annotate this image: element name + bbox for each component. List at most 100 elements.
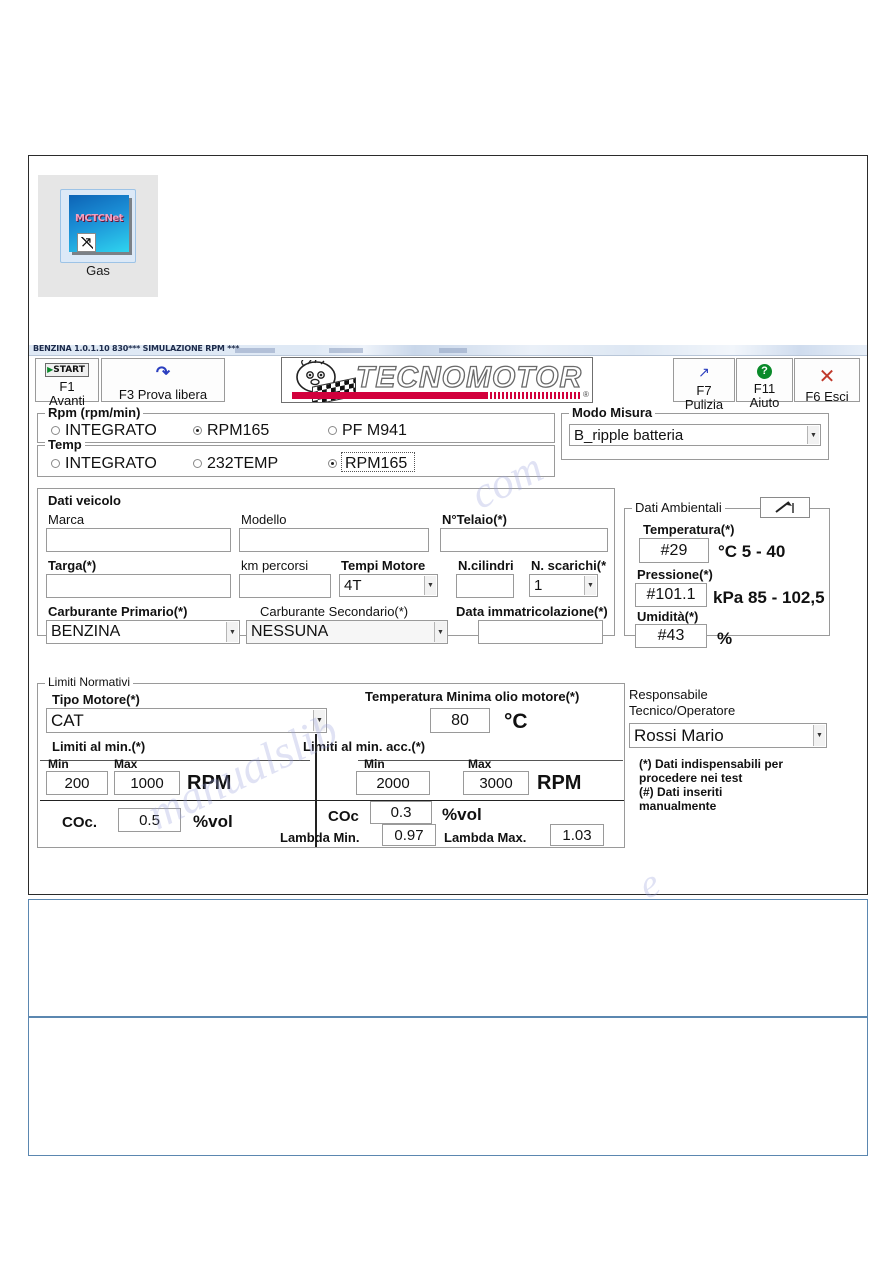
pressione-label: Pressione(*): [637, 567, 713, 582]
rpm-option-label-1: RPM165: [207, 422, 270, 439]
scarichi-select[interactable]: 1 ▼: [529, 574, 598, 597]
min-rpm-max-input[interactable]: 1000: [114, 771, 180, 795]
temp-group: Temp INTEGRATO 232TEMP RPM165: [37, 437, 555, 477]
responsabile-value: Rossi Mario: [634, 725, 724, 745]
umidita-input[interactable]: #43: [635, 624, 707, 648]
coc2-input[interactable]: 0.3: [370, 801, 432, 824]
lambda-max-input[interactable]: 1.03: [550, 824, 604, 846]
carburante-secondario-select[interactable]: NESSUNA ▼: [246, 620, 448, 644]
f11-aiuto-button[interactable]: ? F11 Aiuto: [736, 358, 793, 410]
chevron-down-icon[interactable]: ▼: [226, 622, 238, 642]
temperatura-input[interactable]: #29: [639, 538, 709, 563]
dati-veicolo-group: Dati veicolo Marca Modello N°Telaio(*) T…: [37, 488, 615, 644]
coc-unit: %vol: [193, 812, 233, 831]
responsabile-section: Responsabile Tecnico/Operatore Rossi Mar…: [629, 685, 834, 845]
chevron-down-icon[interactable]: ▼: [434, 622, 446, 642]
limiti-min-acc-label: Limiti al min. acc.(*): [303, 739, 426, 754]
modello-input[interactable]: [239, 528, 429, 552]
help-question-icon: ?: [757, 364, 772, 379]
desktop-icon-block: MCTCNet ↗ Gas: [38, 175, 158, 297]
lambda-min-label: Lambda Min.: [280, 830, 360, 845]
coc2-label: COc: [328, 808, 359, 825]
cilindri-label: N.cilindri: [458, 558, 514, 573]
targa-label: Targa(*): [48, 558, 97, 573]
modo-misura-select[interactable]: B_ripple batteria ▼: [569, 424, 821, 446]
min-rpm-unit: RPM: [187, 772, 232, 794]
f1-avanti-button[interactable]: ▶START F1 Avanti: [35, 358, 99, 408]
bottom-panel-lower: [28, 1017, 868, 1156]
f11-key-label: F11: [753, 381, 776, 396]
temp-radio-rpm165[interactable]: [328, 459, 337, 468]
pencil-icon: [775, 500, 794, 513]
f11-action-label: Aiuto: [749, 395, 780, 410]
tempi-motore-value: 4T: [344, 577, 362, 594]
titlebar-smudge: [235, 348, 275, 353]
pressione-input[interactable]: #101.1: [635, 583, 707, 607]
tipo-motore-label: Tipo Motore(*): [52, 692, 140, 707]
f3-prova-libera-button[interactable]: ↷ F3 Prova libera: [101, 358, 225, 402]
temp-radio-integrato[interactable]: [51, 459, 60, 468]
diagonal-arrow-icon: ↗: [698, 364, 710, 380]
note-line2: procedere nei test: [639, 771, 743, 785]
document-page-frame: MCTCNet ↗ Gas BENZINA 1.0.1.10 830*** SI…: [28, 155, 868, 895]
min-header-right: Min: [364, 757, 385, 771]
limiti-normativi-title: Limiti Normativi: [45, 675, 134, 689]
data-immatricolazione-input[interactable]: [478, 620, 603, 644]
rpm-radio-integrato[interactable]: [51, 426, 60, 435]
umidita-unit: %: [717, 629, 733, 648]
responsabile-select[interactable]: Rossi Mario ▼: [629, 723, 827, 748]
temp-olio-input[interactable]: 80: [430, 708, 490, 733]
f6-esci-button[interactable]: ✕ F6 Esci: [794, 358, 860, 404]
min-header-left: Min: [48, 757, 69, 771]
toolbar: ▶START F1 Avanti ↷ F3 Prova libera TECNO…: [29, 356, 867, 412]
temp-option-label-2: RPM165: [345, 455, 408, 472]
carburante-primario-value: BENZINA: [51, 623, 121, 640]
lambda-max-label: Lambda Max.: [444, 830, 527, 845]
coc-label: COc.: [62, 814, 98, 831]
coc-input[interactable]: 0.5: [118, 808, 181, 832]
scarichi-value: 1: [534, 577, 543, 594]
limiti-normativi-group: Limiti Normativi Tipo Motore(*) CAT ▼ Te…: [37, 675, 625, 848]
rpm-group-title: Rpm (rpm/min): [45, 405, 144, 420]
responsabile-label-line2: Tecnico/Operatore: [629, 703, 736, 718]
desktop-shortcut-gas[interactable]: MCTCNet ↗: [60, 189, 136, 263]
chevron-down-icon[interactable]: ▼: [424, 576, 436, 595]
chevron-down-icon[interactable]: ▼: [584, 576, 596, 595]
rpm-radio-rpm165[interactable]: [193, 426, 202, 435]
window-titlebar: BENZINA 1.0.1.10 830*** SIMULAZIONE RPM …: [29, 344, 867, 356]
tempi-motore-select[interactable]: 4T ▼: [339, 574, 438, 597]
targa-input[interactable]: [46, 574, 231, 598]
cilindri-input[interactable]: [456, 574, 514, 598]
marca-input[interactable]: [46, 528, 231, 552]
desktop-icon-label: Gas: [86, 263, 110, 278]
responsabile-label-line1: Responsabile: [629, 687, 708, 702]
tipo-motore-select[interactable]: CAT ▼: [46, 708, 327, 733]
f7-pulizia-button[interactable]: ↗ F7 Pulizia: [673, 358, 735, 412]
temp-radio-232temp[interactable]: [193, 459, 202, 468]
tempi-motore-label: Tempi Motore: [341, 558, 426, 573]
rpm-radio-pfm941[interactable]: [328, 426, 337, 435]
rpm-option-label-2: PF M941: [342, 422, 407, 439]
limiti-min-label: Limiti al min.(*): [52, 739, 146, 754]
bottom-panel-upper: [28, 899, 868, 1017]
min-rpm-min-input[interactable]: 200: [46, 771, 108, 795]
telaio-input[interactable]: [440, 528, 608, 552]
curved-arrow-icon: ↷: [155, 363, 171, 382]
pressione-unit: kPa 85 - 102,5: [713, 588, 825, 607]
chevron-down-icon[interactable]: ▼: [813, 725, 825, 746]
temperatura-unit: °C 5 - 40: [718, 542, 786, 561]
f7-action-label: Pulizia: [684, 397, 724, 412]
acc-rpm-max-input[interactable]: 3000: [463, 771, 529, 795]
chevron-down-icon[interactable]: ▼: [313, 710, 325, 731]
dati-ambientali-group: Dati Ambientali Temperatura(*) #29 °C 5 …: [624, 497, 830, 648]
note-line4: manualmente: [639, 799, 717, 813]
lambda-min-input[interactable]: 0.97: [382, 824, 436, 846]
km-percorsi-input[interactable]: [239, 574, 331, 598]
dati-ambientali-edit-button[interactable]: [760, 497, 810, 518]
chevron-down-icon[interactable]: ▼: [807, 426, 819, 444]
application-window: BENZINA 1.0.1.10 830*** SIMULAZIONE RPM …: [29, 344, 867, 848]
carburante-primario-select[interactable]: BENZINA ▼: [46, 620, 240, 644]
acc-rpm-min-input[interactable]: 2000: [356, 771, 430, 795]
coc2-unit: %vol: [442, 805, 482, 824]
modo-misura-group: Modo Misura B_ripple batteria ▼: [561, 405, 829, 460]
